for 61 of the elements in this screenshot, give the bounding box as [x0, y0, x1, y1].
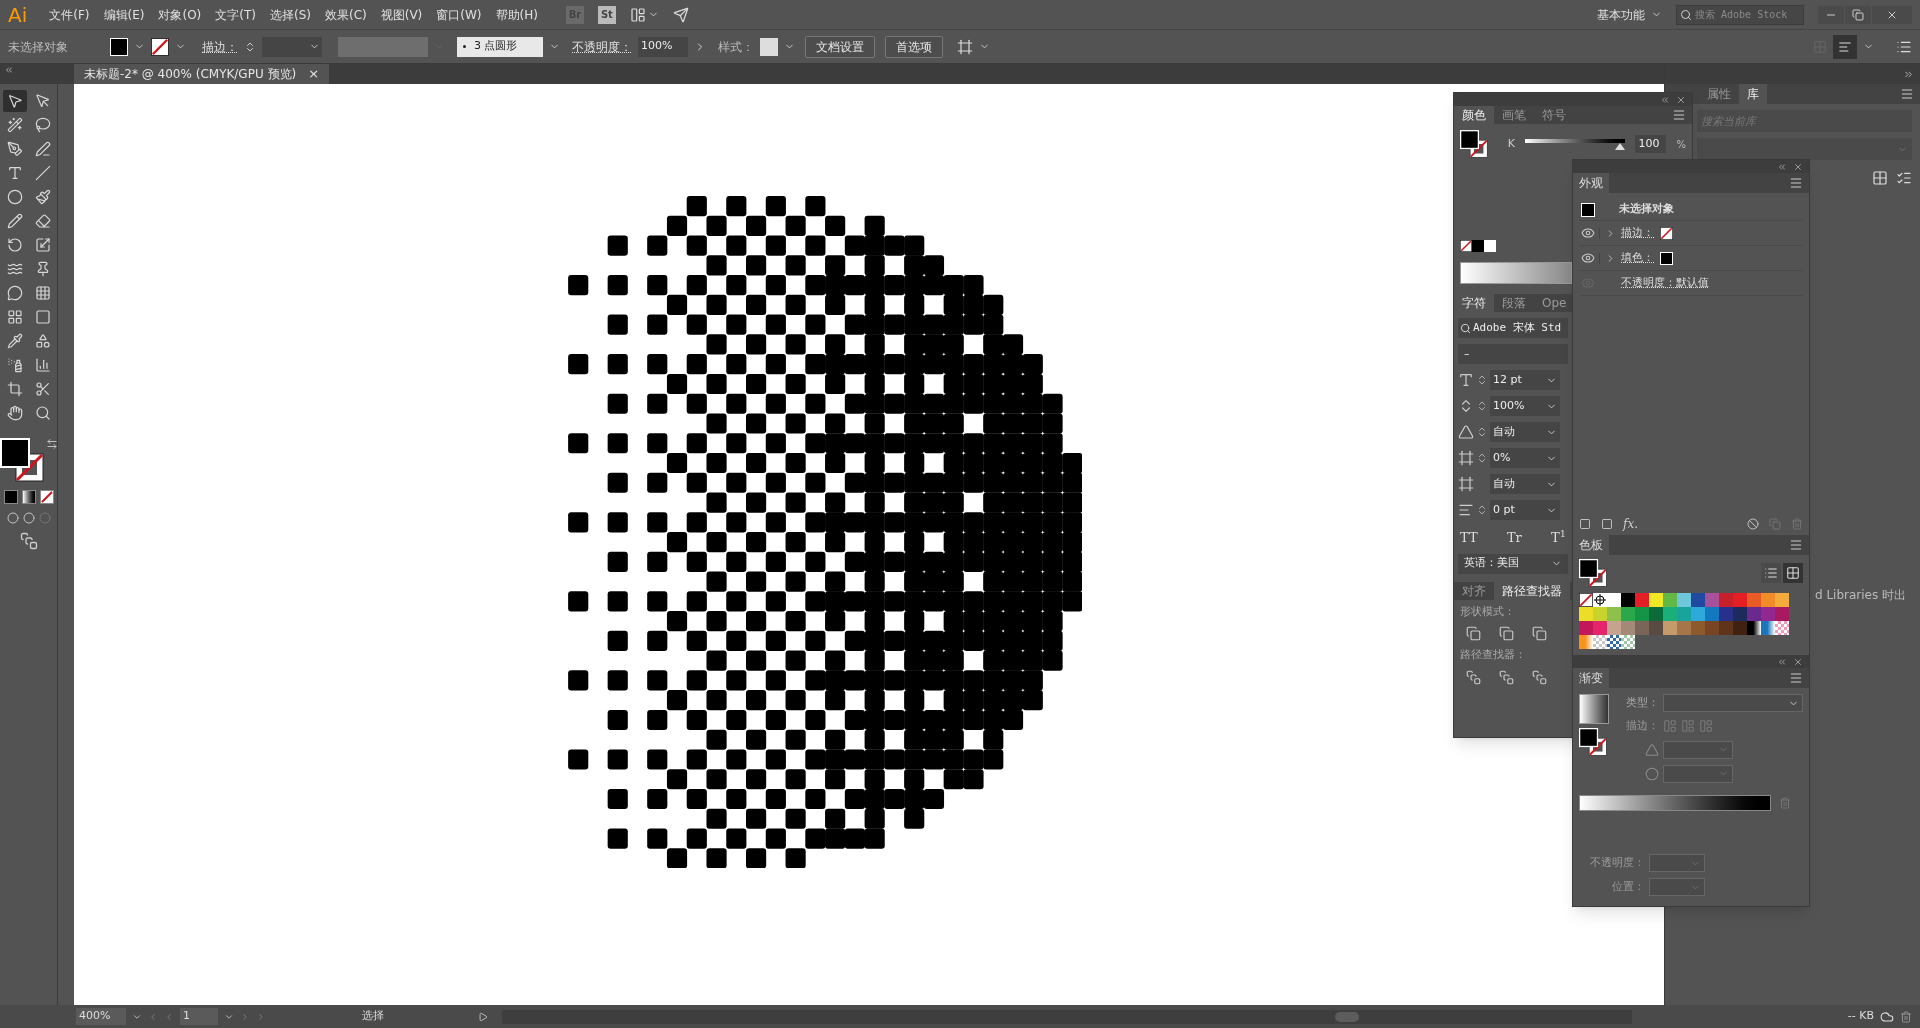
panel-title: 外观 — [1573, 173, 1609, 193]
brush-field[interactable]: 3 点圆形 — [457, 36, 543, 57]
attribute-label: 填色： — [1621, 249, 1654, 266]
attribute-label: 不透明度：默认值 — [1621, 274, 1709, 291]
percent-unit: % — [1676, 137, 1686, 152]
menu-item[interactable]: 窗口(W) — [436, 5, 482, 24]
menu-item[interactable]: 效果(C) — [324, 5, 367, 24]
opacity-label: 不透明度： — [572, 38, 632, 56]
location-label: 位置： — [1611, 878, 1645, 895]
type-label: 类型： — [1625, 694, 1659, 711]
k-value-field[interactable]: 100 — [1634, 135, 1667, 153]
character-value-field[interactable]: 0% — [1490, 448, 1560, 468]
menu-item[interactable]: 选择(S) — [270, 5, 311, 24]
library-message: d Libraries 时出 — [1815, 588, 1907, 602]
language-dropdown[interactable]: 英语：美国 — [1458, 553, 1568, 574]
panel-tab[interactable]: 字符 — [1454, 294, 1494, 312]
document-tab[interactable]: 未标题-2* @ 400% (CMYK/GPU 预览) × — [74, 64, 330, 84]
tab-close[interactable]: × — [308, 64, 320, 84]
toolbar-button[interactable]: 文档设置 — [805, 35, 875, 58]
effects-button[interactable]: fx. — [1623, 515, 1639, 533]
pathfinders-label: 路径查找器： — [1460, 647, 1527, 663]
case-toggle[interactable]: Tr — [1506, 528, 1522, 548]
character-value-field[interactable]: 0 pt — [1490, 500, 1560, 520]
menu-item[interactable]: 文字(T) — [215, 5, 256, 24]
character-value-field[interactable]: 100% — [1490, 396, 1560, 416]
artboard-field[interactable]: 1 — [180, 1008, 218, 1025]
menu-item[interactable]: 对象(O) — [158, 5, 202, 24]
selection-status: 未选择对象 — [8, 38, 69, 56]
stock-search-field[interactable]: 搜索 Adobe Stock — [1676, 4, 1804, 25]
shape-modes-label: 形状模式： — [1460, 603, 1516, 620]
menu-item[interactable]: 视图(V) — [380, 5, 423, 24]
stroke-label: 描边： — [202, 38, 238, 56]
workspace-switcher[interactable]: 基本功能 — [1597, 5, 1662, 24]
style-label: 样式： — [718, 38, 754, 56]
menu-item[interactable]: 文件(F) — [49, 5, 90, 24]
stock-button[interactable]: St — [597, 5, 616, 24]
channel-label: K — [1507, 135, 1516, 152]
font-family-field[interactable]: Adobe 宋体 Std — [1458, 318, 1568, 338]
target-label: 未选择对象 — [1619, 201, 1674, 218]
app-logo: Ai — [8, 1, 28, 29]
opacity-label: 不透明度： — [1589, 854, 1645, 871]
font-style-field[interactable]: – — [1458, 344, 1568, 364]
character-value-field[interactable]: 自动 — [1490, 422, 1560, 442]
toolbar-button[interactable]: 首选项 — [885, 35, 943, 58]
character-value-field[interactable]: 自动 — [1490, 474, 1560, 494]
file-size-status: -- KB — [1847, 1008, 1874, 1025]
character-value-field[interactable]: 12 pt — [1490, 370, 1560, 390]
zoom-field[interactable]: 400% — [76, 1008, 126, 1025]
panel-tab[interactable]: 库 — [1739, 84, 1767, 104]
current-tool-status: 选择 — [362, 1008, 385, 1025]
case-toggle[interactable]: T$^{1}$ — [1551, 528, 1566, 548]
opacity-field[interactable]: 100% — [638, 36, 688, 57]
panel-tab[interactable]: 路径查找器 — [1494, 581, 1570, 600]
panel-tab[interactable]: 颜色 — [1454, 106, 1494, 124]
attribute-label: 描边： — [1621, 224, 1654, 241]
case-toggle[interactable]: TT — [1460, 528, 1478, 548]
menu-item[interactable]: 帮助(H) — [495, 5, 538, 24]
menu-item[interactable]: 编辑(E) — [103, 5, 145, 24]
stroke-label: 描边： — [1625, 718, 1659, 734]
panel-title: 色板 — [1573, 535, 1609, 555]
panel-title: 渐变 — [1573, 668, 1609, 688]
